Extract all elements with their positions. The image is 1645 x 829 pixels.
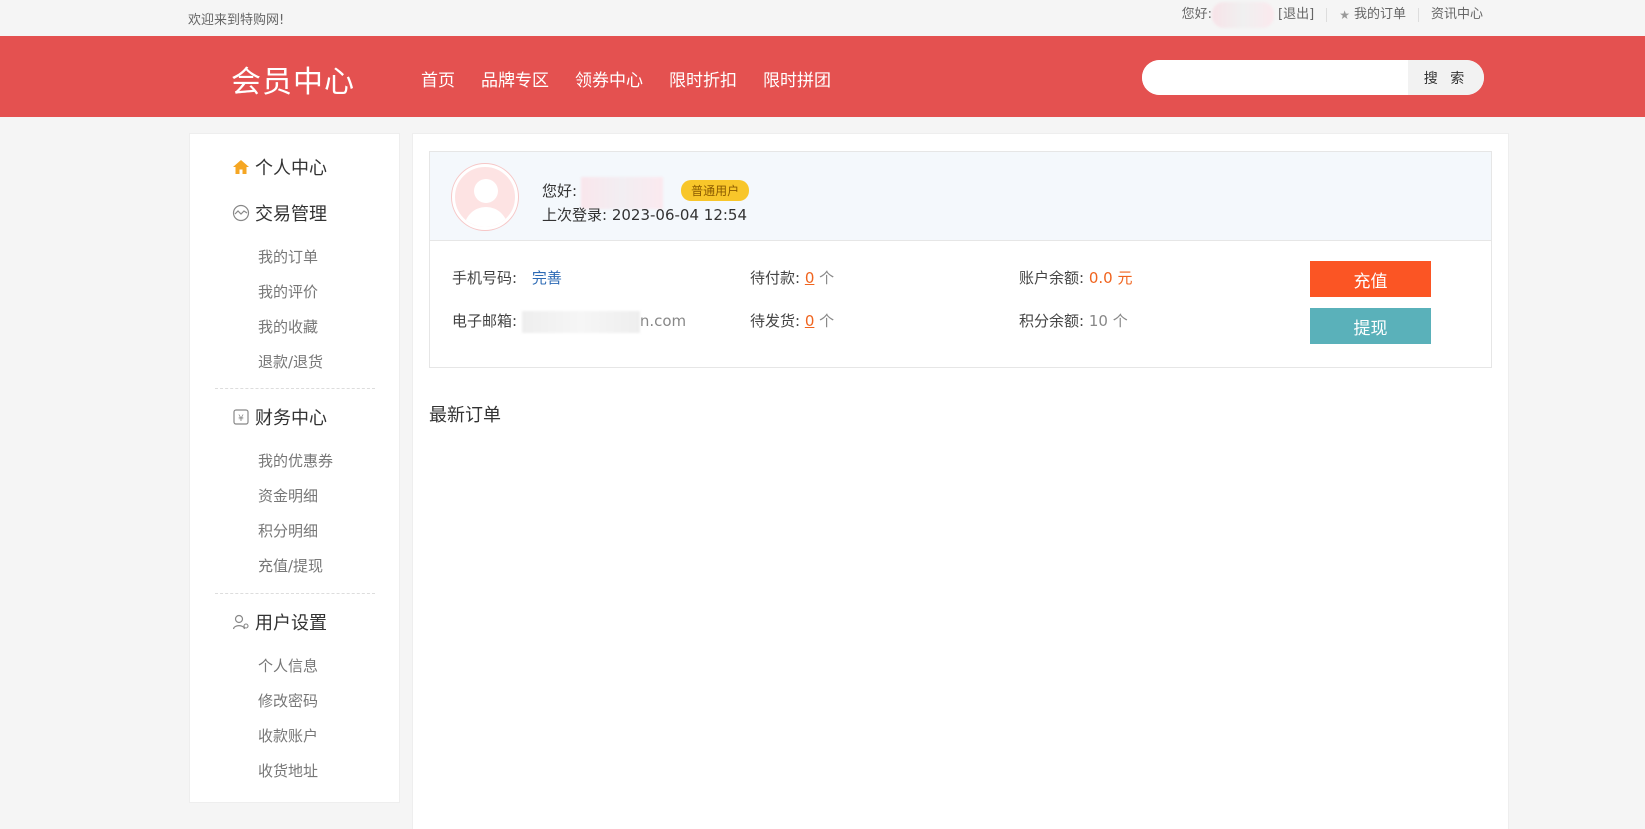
sidebar-finance-title: ¥ 财务中心: [231, 404, 327, 430]
sidebar-item-my-reviews[interactable]: 我的评价: [258, 281, 318, 302]
top-bar-links: 您好: [退出] ★ 我的订单 资讯中心: [1181, 2, 1495, 28]
finance-icon: ¥: [231, 407, 251, 427]
phone-row: 手机号码: 完善: [452, 267, 562, 288]
pending-shipment: 待发货: 0 个: [750, 310, 834, 331]
latest-orders-title: 最新订单: [429, 405, 501, 426]
points-value: 10 个: [1088, 312, 1128, 330]
sidebar-item-my-coupons[interactable]: 我的优惠券: [258, 450, 333, 471]
pending-ship-count[interactable]: 0: [805, 312, 815, 330]
home-icon: [231, 157, 251, 177]
trade-icon: [231, 203, 251, 223]
sidebar: 个人中心 交易管理 我的订单 我的评价 我的收藏 退款/退货 ¥ 财务中心 我的…: [189, 133, 400, 803]
balance-value: 0.0 元: [1088, 269, 1133, 287]
recharge-button[interactable]: 充值: [1310, 261, 1431, 297]
svg-text:¥: ¥: [238, 414, 244, 424]
sidebar-settings-title: 用户设置: [231, 609, 327, 635]
sidebar-divider: [215, 593, 375, 594]
finance-title-label: 财务中心: [255, 408, 327, 429]
account-balance: 账户余额: 0.0 元: [1019, 267, 1132, 288]
my-orders-label: 我的订单: [1353, 7, 1406, 22]
pending-pay-label: 待付款:: [750, 269, 801, 287]
email-label: 电子邮箱:: [452, 312, 518, 330]
settings-title-label: 用户设置: [255, 613, 327, 634]
user-greeting: 您好: [退出]: [1181, 2, 1327, 28]
nav-coupon-center[interactable]: 领券中心: [575, 66, 643, 91]
pending-pay-unit: 个: [819, 269, 835, 287]
last-login-value: 2023-06-04 12:54: [611, 206, 748, 224]
blurred-email: [521, 310, 640, 333]
main-nav: 首页 品牌专区 领券中心 限时折扣 限时拼团: [421, 66, 831, 91]
sidebar-item-points-details[interactable]: 积分明细: [258, 520, 318, 541]
withdraw-button[interactable]: 提现: [1310, 308, 1431, 344]
last-login-label: 上次登录:: [542, 206, 608, 224]
avatar: [452, 164, 518, 230]
sidebar-item-personal-info[interactable]: 个人信息: [258, 655, 318, 676]
nav-flash-discount[interactable]: 限时折扣: [669, 66, 737, 91]
blurred-username: [1212, 2, 1275, 28]
pending-payment: 待付款: 0 个: [750, 267, 834, 288]
sidebar-personal-center[interactable]: 个人中心: [231, 154, 327, 180]
points-label: 积分余额:: [1019, 312, 1085, 330]
balance-label: 账户余额:: [1019, 269, 1085, 287]
news-label: 资讯中心: [1430, 7, 1483, 22]
my-orders-link[interactable]: ★ 我的订单: [1326, 8, 1418, 22]
search-box: 搜 索: [1142, 60, 1484, 95]
last-login: 上次登录: 2023-06-04 12:54: [542, 204, 747, 225]
pending-pay-count[interactable]: 0: [805, 269, 815, 287]
pending-ship-label: 待发货:: [750, 312, 801, 330]
sidebar-trade-title: 交易管理: [231, 200, 327, 226]
profile-header: 您好: 普通用户 上次登录: 2023-06-04 12:54: [430, 152, 1491, 241]
phone-label: 手机号码:: [452, 269, 518, 287]
personal-center-label: 个人中心: [255, 158, 327, 179]
sidebar-item-payee-account[interactable]: 收款账户: [258, 725, 318, 746]
site-logo[interactable]: 会员中心: [231, 57, 355, 101]
points-balance: 积分余额: 10 个: [1019, 310, 1128, 331]
nav-home[interactable]: 首页: [421, 66, 455, 91]
top-bar: 欢迎来到特购网! 您好: [退出] ★ 我的订单 资讯中心: [0, 0, 1645, 36]
hello-label: 您好:: [542, 181, 578, 200]
user-settings-icon: [231, 612, 251, 632]
sidebar-item-refund[interactable]: 退款/退货: [258, 351, 323, 372]
phone-complete-link[interactable]: 完善: [532, 269, 562, 287]
level-badge: 普通用户: [681, 179, 750, 201]
sidebar-item-change-password[interactable]: 修改密码: [258, 690, 318, 711]
search-button[interactable]: 搜 索: [1408, 60, 1484, 95]
trade-title-label: 交易管理: [255, 204, 327, 225]
star-icon: ★: [1339, 8, 1350, 22]
sidebar-item-my-favorites[interactable]: 我的收藏: [258, 316, 318, 337]
header: 会员中心 首页 品牌专区 领券中心 限时折扣 限时拼团 搜 索: [0, 36, 1645, 117]
sidebar-item-shipping-address[interactable]: 收货地址: [258, 760, 318, 781]
main-content: 您好: 普通用户 上次登录: 2023-06-04 12:54 手机号码: 完善…: [412, 133, 1509, 829]
nav-brand-zone[interactable]: 品牌专区: [481, 66, 549, 91]
sidebar-item-fund-details[interactable]: 资金明细: [258, 485, 318, 506]
email-row: 电子邮箱: n.com: [452, 310, 686, 333]
pending-ship-unit: 个: [819, 312, 835, 330]
email-suffix: n.com: [639, 312, 687, 330]
greeting-label: 您好:: [1181, 7, 1213, 22]
nav-group-buy[interactable]: 限时拼团: [763, 66, 831, 91]
sidebar-item-recharge-withdraw[interactable]: 充值/提现: [258, 555, 323, 576]
profile-card: 您好: 普通用户 上次登录: 2023-06-04 12:54 手机号码: 完善…: [429, 151, 1492, 368]
sidebar-divider: [215, 388, 375, 389]
sidebar-item-my-orders[interactable]: 我的订单: [258, 246, 318, 267]
welcome-text: 欢迎来到特购网!: [188, 13, 285, 28]
search-input[interactable]: [1142, 60, 1408, 95]
news-center-link[interactable]: 资讯中心: [1417, 7, 1495, 22]
logout-link[interactable]: [退出]: [1278, 8, 1314, 22]
